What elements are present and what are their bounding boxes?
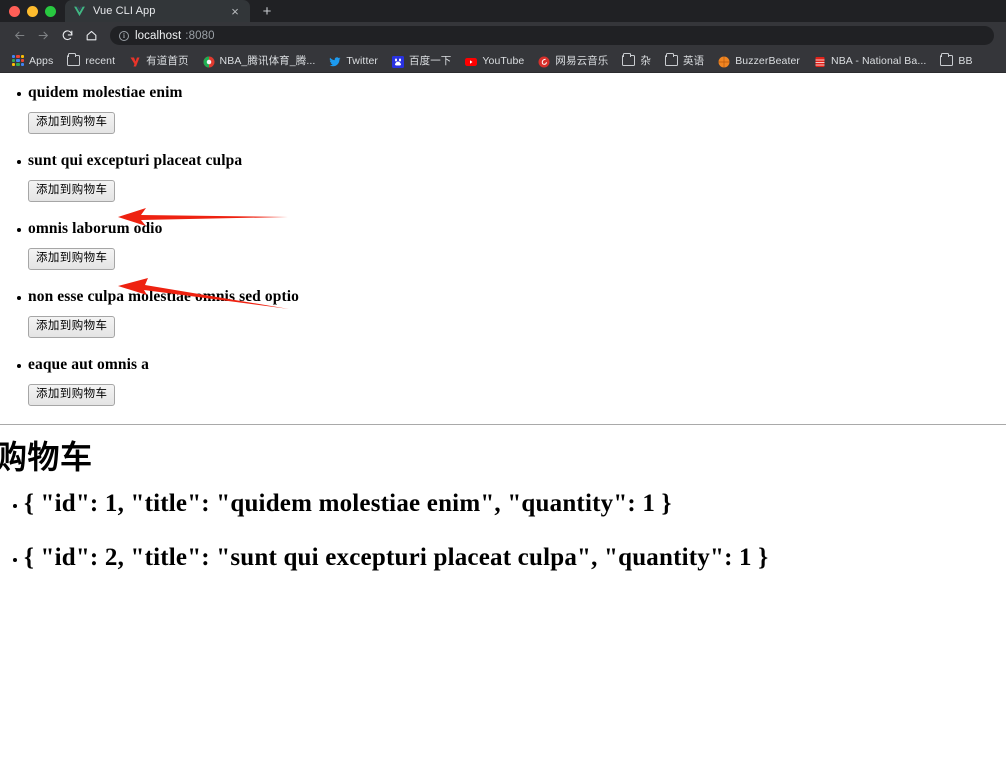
bookmark-label: 杂: [640, 55, 651, 67]
bookmark-tencent-sports[interactable]: NBA_腾讯体育_腾...: [196, 51, 323, 70]
netease-music-icon: [538, 55, 550, 67]
bookmark-youdao[interactable]: 有道首页: [122, 51, 195, 70]
forward-arrow-icon[interactable]: [32, 25, 54, 47]
bookmarks-bar: Apps recent 有道首页 NBA_腾讯体育_腾... Twitter 百…: [0, 49, 1006, 73]
url-port: :8080: [185, 29, 215, 42]
bookmark-apps[interactable]: Apps: [5, 51, 60, 70]
tencent-sports-icon: [203, 55, 215, 67]
close-tab-icon[interactable]: ×: [228, 5, 242, 18]
product-title: non esse culpa molestiae omnis sed optio: [28, 288, 299, 305]
bookmark-label: BB: [958, 54, 973, 67]
list-item: eaque aut omnis a 添加到购物车: [0, 356, 1006, 424]
folder-icon: [664, 52, 678, 66]
bookmark-twitter[interactable]: Twitter: [322, 51, 385, 70]
bookmark-label: recent: [85, 54, 116, 67]
add-to-cart-button-3[interactable]: 添加到购物车: [28, 248, 116, 270]
cart-heading: 购物车: [0, 439, 93, 475]
add-to-cart-button-2[interactable]: 添加到购物车: [28, 180, 116, 202]
bullet-icon: [17, 364, 21, 368]
address-bar[interactable]: i localhost :8080: [110, 26, 994, 45]
bookmark-label: Apps: [29, 54, 54, 67]
browser-window: Vue CLI App × + i localhost :8080 Apps r…: [0, 0, 1006, 73]
baidu-icon: [392, 55, 404, 68]
bookmark-label: 网易云音乐: [555, 55, 609, 67]
back-arrow-icon[interactable]: [8, 25, 30, 47]
new-tab-button[interactable]: +: [254, 0, 280, 22]
add-to-cart-button-4[interactable]: 添加到购物车: [28, 316, 116, 338]
add-to-cart-button-5[interactable]: 添加到购物车: [28, 384, 116, 406]
nba-icon: [814, 55, 826, 67]
bookmark-youtube[interactable]: YouTube: [458, 51, 531, 70]
folder-icon: [622, 52, 636, 66]
bookmark-folder-bb[interactable]: BB: [933, 51, 979, 70]
cart-list-item: { "id": 1, "title": "quidem molestiae en…: [0, 489, 1006, 519]
twitter-bird-icon: [329, 55, 341, 67]
apps-grid-icon: [12, 54, 24, 67]
bookmark-label: NBA - National Ba...: [831, 54, 927, 67]
bookmark-label: BuzzerBeater: [735, 54, 801, 67]
bullet-icon: [13, 558, 17, 562]
product-title: omnis laborum odio: [28, 220, 163, 237]
product-title: sunt qui excepturi placeat culpa: [28, 152, 243, 169]
bullet-icon: [17, 92, 21, 96]
bookmark-netease-music[interactable]: 网易云音乐: [531, 51, 615, 70]
cart-item-json: { "id": 2, "title": "sunt qui excepturi …: [24, 544, 769, 571]
tab-title: Vue CLI App: [93, 5, 156, 17]
bookmark-label: 有道首页: [146, 55, 189, 67]
bullet-icon: [17, 160, 21, 164]
bookmark-buzzerbeater[interactable]: BuzzerBeater: [711, 51, 807, 70]
add-to-cart-button-1[interactable]: 添加到购物车: [28, 112, 116, 134]
bookmark-label: YouTube: [482, 54, 525, 67]
list-item: omnis laborum odio 添加到购物车: [0, 220, 1006, 288]
page-content: quidem molestiae enim 添加到购物车 sunt qui ex…: [0, 73, 1006, 781]
cart-list: { "id": 1, "title": "quidem molestiae en…: [0, 489, 1006, 573]
bookmark-label: 英语: [682, 55, 705, 67]
maximize-window-button[interactable]: [45, 5, 56, 17]
bookmark-label: 百度一下: [409, 55, 452, 67]
minimize-window-button[interactable]: [27, 5, 38, 17]
bullet-icon: [17, 228, 21, 232]
bookmark-folder-za[interactable]: 杂: [615, 51, 658, 70]
list-item: non esse culpa molestiae omnis sed optio…: [0, 288, 1006, 356]
bookmark-label: NBA_腾讯体育_腾...: [219, 55, 316, 67]
product-list: quidem molestiae enim 添加到购物车 sunt qui ex…: [0, 73, 1006, 424]
bookmark-nba[interactable]: NBA - National Ba...: [807, 51, 933, 70]
reload-icon[interactable]: [56, 25, 78, 47]
folder-icon: [67, 52, 81, 66]
cart-list-item: { "id": 2, "title": "sunt qui excepturi …: [0, 543, 1006, 573]
bullet-icon: [13, 504, 17, 508]
list-item: sunt qui excepturi placeat culpa 添加到购物车: [0, 152, 1006, 220]
window-controls: [0, 0, 65, 22]
product-title: quidem molestiae enim: [28, 84, 183, 101]
home-icon[interactable]: [80, 25, 102, 47]
bookmark-recent[interactable]: recent: [60, 51, 122, 70]
vue-logo-icon: [73, 5, 86, 18]
tab-vue-cli-app[interactable]: Vue CLI App ×: [65, 0, 250, 22]
close-window-button[interactable]: [9, 5, 20, 17]
bookmark-label: Twitter: [346, 54, 378, 67]
url-host: localhost: [135, 29, 182, 42]
product-title: eaque aut omnis a: [28, 356, 149, 373]
youtube-icon: [465, 55, 478, 67]
bookmark-baidu[interactable]: 百度一下: [385, 51, 458, 70]
youdao-icon: [129, 55, 141, 67]
basketball-icon: [718, 55, 730, 67]
list-item: quidem molestiae enim 添加到购物车: [0, 84, 1006, 152]
bullet-icon: [17, 296, 21, 300]
bookmark-folder-english[interactable]: 英语: [658, 51, 711, 70]
tab-strip: Vue CLI App × +: [0, 0, 1006, 22]
browser-toolbar: i localhost :8080: [0, 22, 1006, 49]
cart-item-json: { "id": 1, "title": "quidem molestiae en…: [24, 490, 672, 517]
site-info-icon[interactable]: i: [119, 30, 129, 41]
folder-icon: [940, 52, 954, 66]
